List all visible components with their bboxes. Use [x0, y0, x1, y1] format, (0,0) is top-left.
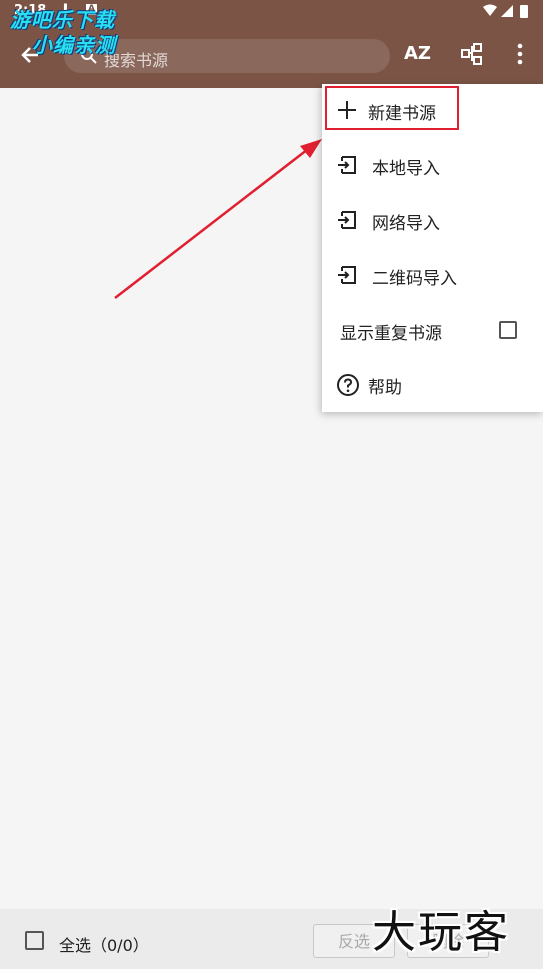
menu-item-network-import[interactable]: 网络导入 — [322, 194, 543, 248]
menu-item-new-source[interactable]: 新建书源 — [322, 84, 543, 138]
highlight-box — [325, 86, 459, 130]
import-icon — [338, 211, 356, 229]
menu-item-label: 网络导入 — [372, 214, 440, 234]
menu-item-help[interactable]: 帮助 — [322, 358, 543, 412]
select-all-label[interactable]: 全选（0/0） — [59, 932, 149, 956]
menu-item-label: 本地导入 — [372, 159, 440, 179]
import-icon — [338, 266, 356, 284]
import-icon — [338, 156, 356, 174]
site-watermark: 大玩客 — [372, 907, 510, 958]
menu-item-local-import[interactable]: 本地导入 — [322, 139, 543, 193]
menu-item-label: 显示重复书源 — [340, 324, 442, 344]
menu-item-qrcode-import[interactable]: 二维码导入 — [322, 249, 543, 303]
help-icon — [337, 374, 359, 396]
menu-item-show-duplicates[interactable]: 显示重复书源 — [322, 304, 543, 358]
menu-item-label: 帮助 — [368, 378, 402, 398]
show-duplicates-checkbox[interactable] — [499, 321, 517, 339]
select-all-checkbox[interactable] — [25, 931, 44, 950]
overflow-menu: 新建书源 本地导入 网络导入 二维码导入 显示重复书源 帮助 — [322, 84, 543, 412]
menu-item-label: 二维码导入 — [372, 269, 457, 289]
